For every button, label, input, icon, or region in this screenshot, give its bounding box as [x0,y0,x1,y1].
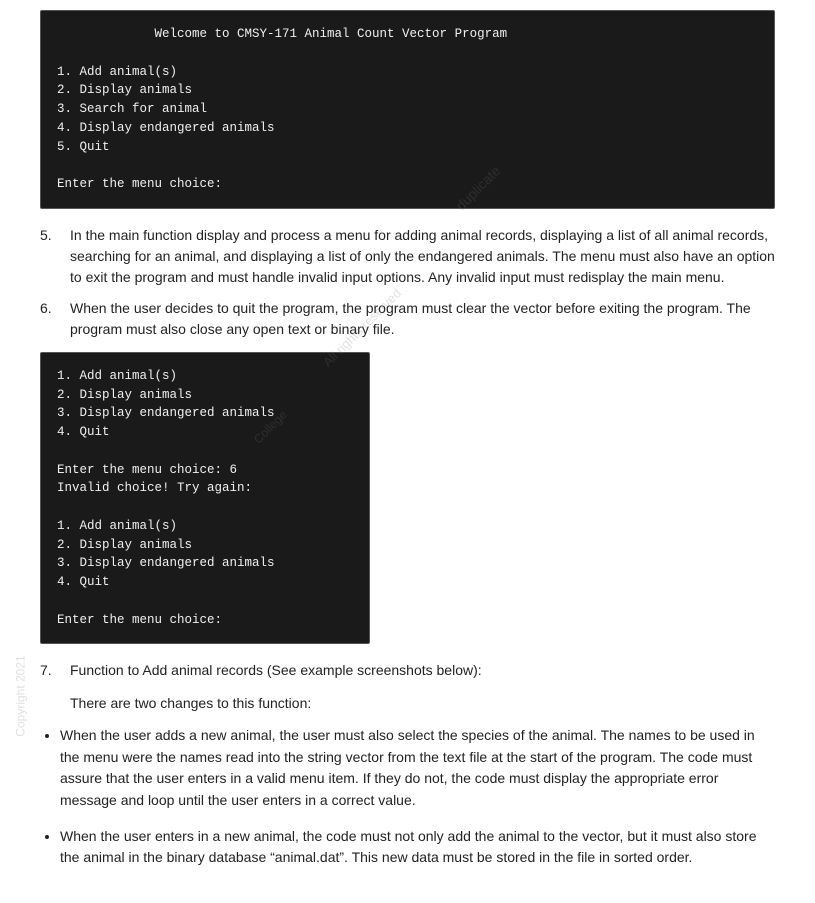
bullet-content-2: When the user enters in a new animal, th… [60,828,757,866]
numbered-list-main: 5. In the main function display and proc… [40,225,775,340]
list-content-6: When the user decides to quit the progra… [70,298,775,340]
list-content-7: Function to Add animal records (See exam… [70,660,775,681]
watermark-copyright: Copyright 2021 [14,655,28,736]
bullet-content-1: When the user adds a new animal, the use… [60,727,755,808]
list-num-7: 7. [40,660,70,681]
bullet-list: When the user adds a new animal, the use… [40,725,775,869]
terminal-top: Welcome to CMSY-171 Animal Count Vector … [40,10,775,209]
list-item-7: 7. Function to Add animal records (See e… [40,660,775,681]
list-item-6: 6. When the user decides to quit the pro… [40,298,775,340]
list-item-5: 5. In the main function display and proc… [40,225,775,288]
list-content-5: In the main function display and process… [70,225,775,288]
terminal-partial: 1. Add animal(s) 2. Display animals 3. D… [40,352,370,645]
bullet-item-2: When the user enters in a new animal, th… [60,826,775,869]
two-changes-text: There are two changes to this function: [70,693,775,715]
list-num-6: 6. [40,298,70,319]
numbered-list-7: 7. Function to Add animal records (See e… [40,660,775,681]
list-num-5: 5. [40,225,70,246]
bullet-item-1: When the user adds a new animal, the use… [60,725,775,812]
